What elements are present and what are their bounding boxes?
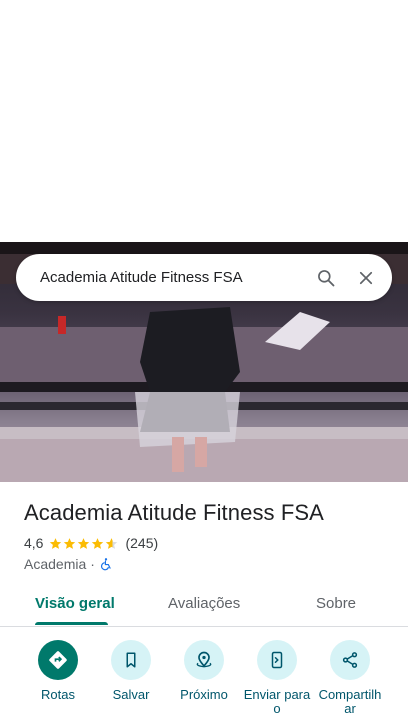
rating-row[interactable]: 4,6 (245) (24, 535, 158, 551)
save-button[interactable]: Salvar (91, 640, 171, 702)
bookmark-icon (126, 652, 136, 668)
action-bar: Rotas Salvar Próximo Enviar para o Compa… (0, 640, 408, 724)
directions-circle (38, 640, 78, 680)
share-button[interactable]: Compartilhar (310, 640, 390, 716)
save-label: Salvar (112, 687, 150, 702)
tab-overview[interactable]: Visão geral (35, 595, 115, 612)
share-circle (330, 640, 370, 680)
active-tab-indicator (35, 622, 108, 625)
directions-button[interactable]: Rotas (18, 640, 98, 702)
share-label: Compartilhar (318, 687, 382, 716)
category-row: Academia · (24, 556, 113, 572)
tab-reviews[interactable]: Avaliações (168, 595, 240, 612)
place-category: Academia (24, 556, 87, 572)
place-title: Academia Atitude Fitness FSA (24, 500, 324, 525)
directions-icon (49, 651, 67, 669)
search-input[interactable]: Academia Atitude Fitness FSA (40, 269, 306, 286)
nearby-button[interactable]: Próximo (164, 640, 244, 702)
rating-value: 4,6 (24, 535, 44, 551)
send-label: Enviar para o (243, 687, 311, 716)
separator: · (90, 556, 95, 572)
search-button[interactable] (306, 258, 346, 298)
share-icon (342, 652, 358, 668)
wheelchair-accessible-icon (100, 558, 111, 571)
search-icon (318, 269, 335, 286)
directions-label: Rotas (41, 687, 75, 702)
star-icon (92, 537, 104, 549)
star-icon (50, 537, 62, 549)
send-to-phone-icon (271, 651, 283, 669)
star-icon (64, 537, 76, 549)
nearby-icon (196, 651, 212, 668)
nearby-label: Próximo (180, 687, 228, 702)
send-to-phone-button[interactable]: Enviar para o (237, 640, 317, 716)
save-circle (111, 640, 151, 680)
half-star-icon (106, 537, 118, 549)
star-icon (78, 537, 90, 549)
review-count: (245) (125, 535, 159, 551)
send-circle (257, 640, 297, 680)
close-button[interactable] (346, 258, 386, 298)
nearby-circle (184, 640, 224, 680)
rating-stars (49, 537, 119, 550)
search-bar[interactable]: Academia Atitude Fitness FSA (16, 254, 392, 301)
close-icon (359, 271, 373, 284)
tab-bar: Visão geral Avaliações Sobre (0, 584, 408, 627)
tab-about[interactable]: Sobre (316, 595, 356, 612)
